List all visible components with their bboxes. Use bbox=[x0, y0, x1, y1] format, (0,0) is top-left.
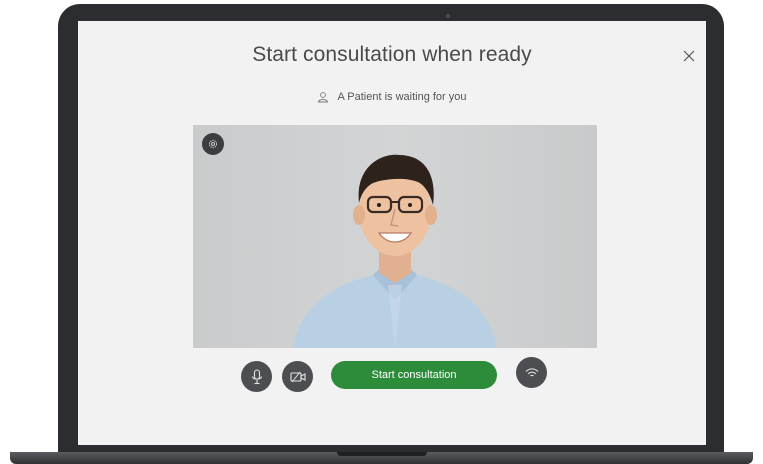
dialog-title: Start consultation when ready bbox=[252, 43, 532, 66]
camera-toggle-button[interactable] bbox=[282, 361, 313, 392]
user-icon bbox=[318, 92, 329, 103]
doctor-video-feed bbox=[293, 154, 497, 348]
network-status-button[interactable] bbox=[516, 357, 547, 388]
wifi-icon bbox=[525, 367, 538, 376]
patient-waiting-status: A Patient is waiting for you bbox=[78, 91, 706, 103]
consultation-dialog: Start consultation when ready A Patient … bbox=[78, 21, 706, 445]
self-view-video bbox=[193, 125, 597, 348]
patient-waiting-text: A Patient is waiting for you bbox=[337, 91, 467, 103]
webcam-dot bbox=[446, 14, 450, 18]
laptop-base-notch bbox=[337, 452, 427, 456]
stage: Start consultation when ready A Patient … bbox=[0, 0, 763, 464]
microphone-icon bbox=[251, 368, 262, 384]
gear-icon bbox=[208, 139, 218, 149]
start-consultation-button[interactable]: Start consultation bbox=[331, 361, 497, 389]
video-settings-button[interactable] bbox=[202, 133, 224, 155]
video-camera-icon bbox=[289, 371, 306, 382]
microphone-toggle-button[interactable] bbox=[241, 361, 272, 392]
